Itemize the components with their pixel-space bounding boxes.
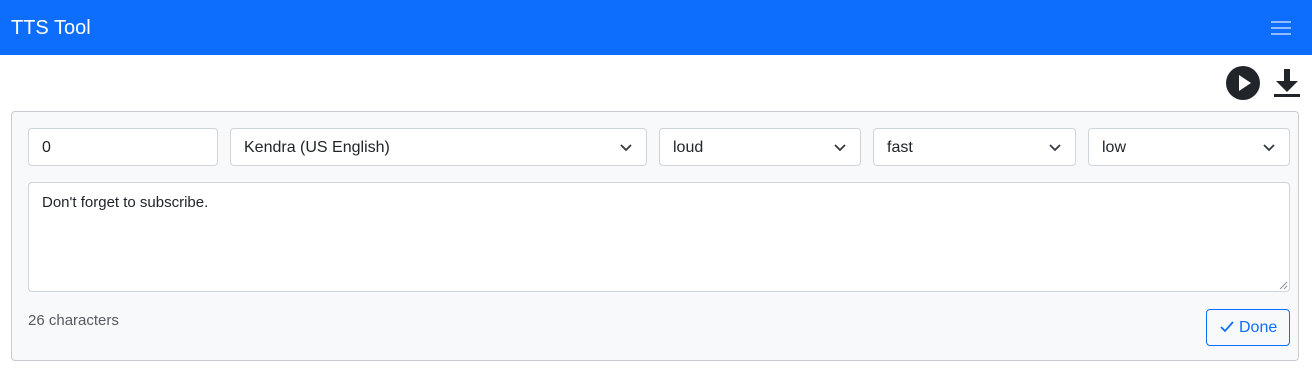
chevron-down-icon (834, 144, 846, 152)
download-icon (1274, 69, 1300, 97)
text-input-value: Don't forget to subscribe. (42, 194, 209, 211)
pitch-selected-value: low (1102, 139, 1127, 156)
play-button[interactable] (1225, 65, 1261, 101)
chevron-down-icon (620, 144, 632, 152)
app-title[interactable]: TTS Tool (11, 14, 91, 42)
volume-select[interactable]: loud (659, 128, 861, 166)
pitch-select[interactable]: low (1088, 128, 1290, 166)
rate-select[interactable]: fast (873, 128, 1076, 166)
chevron-down-icon (1049, 144, 1061, 152)
done-button-label: Done (1239, 319, 1278, 336)
download-button[interactable] (1272, 67, 1302, 99)
navbar: TTS Tool (0, 0, 1312, 55)
text-input[interactable]: Don't forget to subscribe. (28, 182, 1290, 292)
play-circle-icon (1226, 66, 1260, 100)
done-button[interactable]: Done (1206, 309, 1290, 346)
check-icon (1220, 321, 1234, 333)
rate-selected-value: fast (887, 139, 913, 156)
voice-selected-value: Kendra (US English) (244, 139, 390, 156)
index-input[interactable]: 0 (28, 128, 218, 166)
character-count: 26 characters (28, 312, 119, 329)
chevron-down-icon (1263, 144, 1275, 152)
voice-select[interactable]: Kendra (US English) (230, 128, 647, 166)
resize-grip-icon[interactable] (1278, 280, 1288, 290)
index-value: 0 (42, 139, 51, 156)
volume-selected-value: loud (673, 139, 704, 156)
menu-toggle-button[interactable] (1268, 18, 1296, 38)
